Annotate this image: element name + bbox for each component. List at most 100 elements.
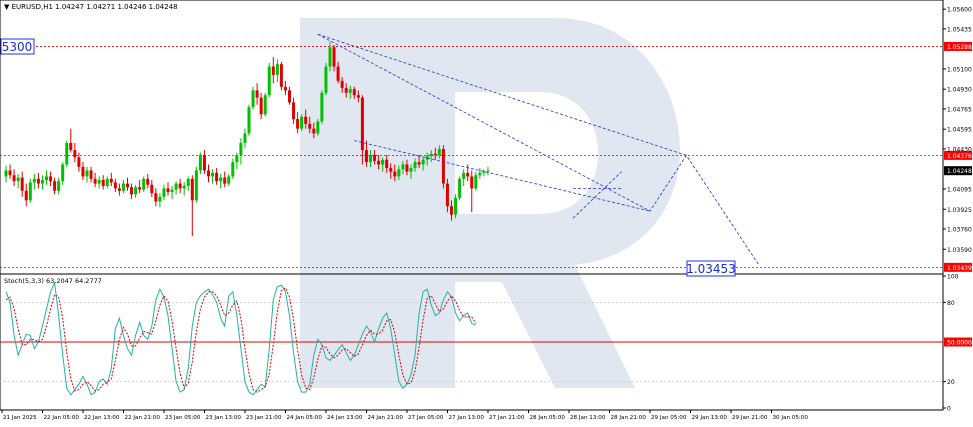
candle-body [69,142,73,151]
dropdown-triangle-icon[interactable]: ▼ [4,3,12,11]
candle-body [364,150,368,163]
candle-body [12,175,16,182]
candle-body [198,154,202,171]
candle-body [482,171,486,173]
target-price-label[interactable]: 1.03453 [686,260,736,277]
candle-body [251,90,255,108]
candle-body [202,154,206,171]
price-tick-label: 1.03590 [947,247,972,254]
chart-container: 1.05288 1.04376 1.03439 1.04248 1.05600 1.05… [0,0,973,423]
candle-body [235,154,239,163]
candle-body [308,123,312,129]
candle-body [348,89,352,93]
candle-body [170,189,174,192]
candle-body [441,148,445,184]
candle-body [263,95,267,115]
candle-body [146,178,150,185]
candle-body [113,182,117,189]
candle-body [73,150,77,158]
candle-body [373,154,377,161]
price-tick-label: 1.04430 [947,146,972,153]
candle-body [324,66,328,93]
candle-body [16,177,20,182]
candle-body [32,178,36,183]
candle-body [211,172,215,177]
candle-body [174,183,178,190]
symbol-info-text: ▼ EURUSD,H1 1.04247 1.04271 1.04246 1.04… [4,3,178,11]
candle-body [121,183,125,191]
candle-body [130,187,134,195]
candle-body [417,162,421,165]
candle-body [134,187,138,195]
price-tick-label: 1.05100 [947,66,972,73]
candle-body [231,162,235,177]
candle-body [462,172,466,179]
stoch-tick-label: 80 [947,300,955,307]
price-level-tag-text: 1.04376 [947,153,972,160]
time-tick-label: 29 Jan 05:00 [651,415,687,421]
candle-body [397,169,401,177]
candle-body [466,172,470,177]
left-level-label-text: 5300 [2,40,33,54]
candle-body [312,128,316,134]
time-tick-label: 28 Jan 05:00 [530,415,566,421]
candle-body [24,190,28,201]
candle-body [117,188,121,191]
time-tick-label: 22 Jan 13:00 [84,415,120,421]
candle-body [352,89,356,96]
candle-body [377,160,381,165]
price-tick-label: 1.05600 [947,7,972,14]
candle-body [190,178,194,201]
time-tick-label: 24 Jan 05:00 [287,415,323,421]
candle-body [332,47,336,67]
candle-body [20,177,24,191]
candle-body [223,177,227,184]
candle-body [413,162,417,169]
candle-body [227,176,231,184]
target-price-text: 1.03453 [686,262,736,276]
candle-body [320,92,324,122]
candle-body [328,47,332,67]
candle-body [409,168,413,172]
candle-body [271,66,275,75]
time-tick-label: 24 Jan 21:00 [368,415,404,421]
candle-body [316,121,320,134]
candle-body [247,107,251,134]
candle-body [288,90,291,103]
candle-body [356,95,360,98]
left-level-label[interactable]: 5300 [0,38,35,55]
candle-body [36,178,40,184]
candle-body [89,170,93,179]
candle-body [150,184,154,194]
candle-body [28,182,32,201]
time-tick-label: 28 Jan 13:00 [570,415,606,421]
current-price-tag-text: 1.04248 [947,168,972,175]
time-tick-label: 21 Jan 2025 [3,415,37,421]
time-tick-label: 22 Jan 05:00 [44,415,80,421]
candle-body [344,88,348,93]
candle-body [486,170,490,172]
price-tick-label: 1.03925 [947,207,972,214]
price-tick-label: 1.03760 [947,226,972,233]
candle-body [186,178,190,186]
candle-body [105,178,109,186]
candle-body [340,80,344,89]
candle-body [126,183,129,188]
candle-body [292,102,296,120]
candle-body [178,183,182,189]
price-tick-label: 1.04595 [947,127,972,134]
time-tick-label: 23 Jan 21:00 [246,415,282,421]
candle-body [8,170,12,176]
stoch-title: Stoch(5,3,3) 63.2047 64.2777 [4,277,102,285]
candle-body [381,159,385,165]
candle-body [57,181,61,191]
candle-body [405,164,409,172]
candle-body [393,171,397,177]
candle-body [421,159,425,165]
time-tick-label: 27 Jan 21:00 [489,415,525,421]
candle-body [401,164,405,170]
candle-body [474,175,478,189]
candle-body [239,142,243,155]
candle-body [437,148,441,155]
candle-body [61,164,65,182]
